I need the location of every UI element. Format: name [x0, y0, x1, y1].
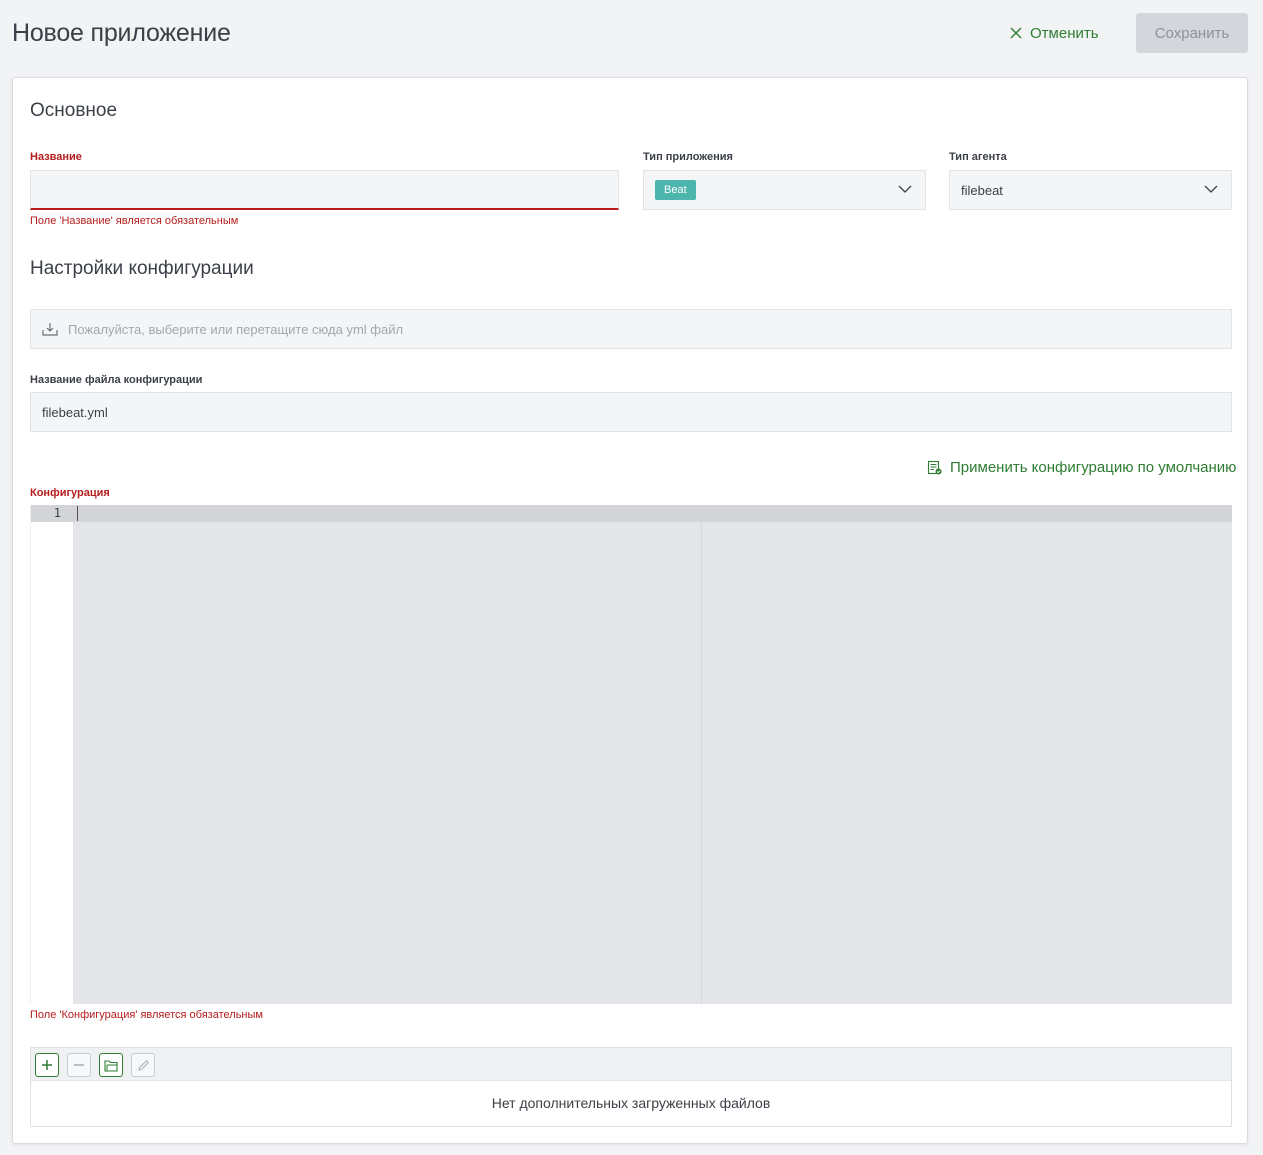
- agent-type-label: Тип агента: [949, 151, 1007, 163]
- agent-type-select[interactable]: filebeat: [949, 170, 1232, 210]
- config-error: Поле 'Конфигурация' является обязательны…: [30, 1009, 263, 1021]
- editor-print-margin: [701, 522, 702, 1004]
- remove-file-button[interactable]: [67, 1053, 91, 1077]
- editor-line-number: 1: [53, 506, 61, 520]
- config-editor[interactable]: 1: [30, 505, 1232, 1004]
- folder-icon: [104, 1059, 118, 1072]
- name-error: Поле 'Название' является обязательным: [30, 215, 239, 227]
- additional-files-panel: Нет дополнительных загруженных файлов: [30, 1047, 1232, 1127]
- application-form: Основное Название Поле 'Название' являет…: [12, 77, 1248, 1144]
- edit-file-button[interactable]: [131, 1053, 155, 1077]
- apply-default-config-link[interactable]: Применить конфигурацию по умолчанию: [927, 457, 1236, 477]
- name-label: Название: [30, 151, 82, 163]
- name-input[interactable]: [30, 170, 619, 210]
- dropzone-placeholder: Пожалуйста, выберите или перетащите сюда…: [68, 321, 404, 337]
- filename-input[interactable]: filebeat.yml: [30, 392, 1232, 432]
- plus-icon: [42, 1060, 52, 1070]
- minus-icon: [74, 1064, 84, 1066]
- no-files-message: Нет дополнительных загруженных файлов: [491, 1095, 771, 1111]
- editor-gutter: [31, 505, 73, 1004]
- upload-icon: [42, 323, 58, 336]
- pencil-icon: [137, 1059, 149, 1071]
- chevron-down-icon: [898, 185, 912, 193]
- config-label: Конфигурация: [30, 487, 110, 499]
- app-type-badge: Beat: [655, 180, 696, 200]
- cancel-button[interactable]: Отменить: [1010, 18, 1099, 48]
- open-folder-button[interactable]: [99, 1053, 123, 1077]
- app-type-select[interactable]: Beat: [643, 170, 926, 210]
- config-default-icon: [927, 460, 942, 474]
- file-dropzone[interactable]: Пожалуйста, выберите или перетащите сюда…: [30, 309, 1232, 349]
- apply-default-config-label: Применить конфигурацию по умолчанию: [950, 458, 1237, 476]
- chevron-down-icon: [1204, 185, 1218, 193]
- close-icon: [1010, 27, 1022, 39]
- section-title-config: Настройки конфигурации: [30, 258, 254, 279]
- cancel-button-label: Отменить: [1030, 24, 1099, 42]
- page-title: Новое приложение: [12, 19, 231, 47]
- section-title-basic: Основное: [30, 100, 118, 121]
- filename-value: filebeat.yml: [42, 404, 108, 420]
- app-type-label: Тип приложения: [643, 151, 733, 163]
- editor-cursor: [77, 506, 78, 521]
- editor-active-line: [73, 505, 1232, 522]
- save-button[interactable]: Сохранить: [1136, 13, 1248, 53]
- page-header: Новое приложение Отменить Сохранить: [0, 0, 1263, 70]
- filename-label: Название файла конфигурации: [30, 374, 203, 386]
- add-file-button[interactable]: [35, 1053, 59, 1077]
- agent-type-value: filebeat: [961, 182, 1003, 198]
- files-toolbar: [31, 1048, 1231, 1081]
